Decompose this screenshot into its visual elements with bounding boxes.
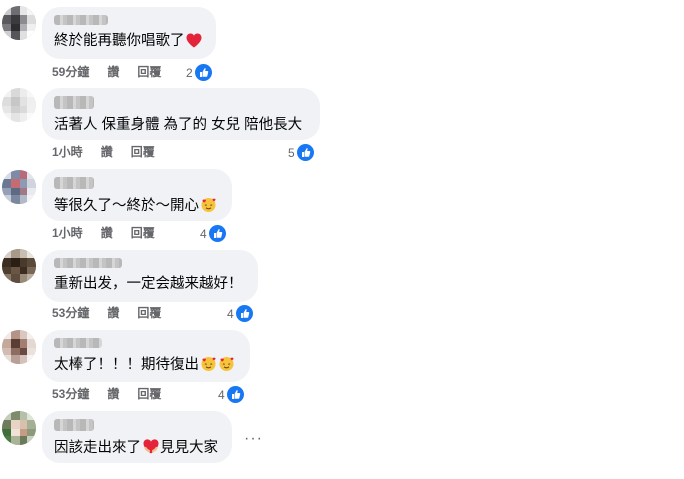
like-button[interactable]: 讚 xyxy=(107,65,119,79)
reaction-summary[interactable]: 4 xyxy=(218,385,244,404)
comment-actions: 1小時 讚 回覆 xyxy=(52,225,173,241)
comment-text: 太棒了！！！期待復出 xyxy=(54,355,238,377)
comment-actions: 59分鐘 讚 回覆 xyxy=(52,64,179,80)
like-button[interactable]: 讚 xyxy=(101,226,113,240)
like-reaction-icon xyxy=(226,386,244,404)
timestamp[interactable]: 1小時 xyxy=(52,145,83,159)
reply-button[interactable]: 回覆 xyxy=(137,65,161,79)
comment-text: 活著人 保重身體 為了的 女兒 陪他長大 xyxy=(54,117,303,133)
like-reaction-icon xyxy=(296,144,314,162)
comment-actions: 53分鐘 讚 回覆 xyxy=(52,305,179,321)
reaction-count: 4 xyxy=(200,226,207,241)
comment-actions: 1小時 讚 回覆 xyxy=(52,144,173,160)
reaction-count: 2 xyxy=(186,65,193,80)
avatar[interactable] xyxy=(2,6,36,40)
commenter-name-blurred[interactable] xyxy=(54,419,94,431)
like-reaction-icon xyxy=(194,64,212,82)
smiling-face-with-hearts-icon xyxy=(200,196,217,218)
reply-button[interactable]: 回覆 xyxy=(137,387,161,401)
comment-bubble: 活著人 保重身體 為了的 女兒 陪他長大 xyxy=(42,88,320,140)
reaction-summary[interactable]: 4 xyxy=(227,304,253,323)
commenter-name-blurred[interactable] xyxy=(54,258,122,268)
commenter-name-blurred[interactable] xyxy=(54,96,94,109)
timestamp[interactable]: 59分鐘 xyxy=(52,65,89,79)
comment-bubble: 等很久了～終於～開心 xyxy=(42,169,232,221)
like-reaction-icon xyxy=(235,305,253,323)
smiling-face-with-hearts-icon xyxy=(218,355,235,377)
reaction-summary[interactable]: 5 xyxy=(288,143,314,162)
avatar[interactable] xyxy=(2,88,36,122)
avatar[interactable] xyxy=(2,170,36,204)
smiling-face-with-hearts-icon xyxy=(200,355,217,377)
reply-button[interactable]: 回覆 xyxy=(131,226,155,240)
more-options-icon[interactable]: ··· xyxy=(244,430,263,448)
comment-actions: 53分鐘 讚 回覆 xyxy=(52,386,179,402)
like-button[interactable]: 讚 xyxy=(107,387,119,401)
reaction-count: 4 xyxy=(218,387,225,402)
timestamp[interactable]: 53分鐘 xyxy=(52,306,89,320)
commenter-name-blurred[interactable] xyxy=(54,177,94,189)
like-reaction-icon xyxy=(208,225,226,243)
comment-bubble: 因該走出來了 見見大家 xyxy=(42,411,232,463)
heart-with-hands-icon xyxy=(142,438,160,460)
commenter-name-blurred[interactable] xyxy=(54,338,102,348)
timestamp[interactable]: 53分鐘 xyxy=(52,387,89,401)
avatar[interactable] xyxy=(2,411,36,445)
like-button[interactable]: 讚 xyxy=(101,145,113,159)
comment-text: 因該走出來了 見見大家 xyxy=(54,438,220,460)
avatar[interactable] xyxy=(2,330,36,364)
reaction-count: 5 xyxy=(288,145,295,160)
comment-bubble: 太棒了！！！期待復出 xyxy=(42,330,250,382)
reaction-summary[interactable]: 2 xyxy=(186,63,212,82)
comment-text: 等很久了～終於～開心 xyxy=(54,196,220,218)
comment-bubble: 重新出发，一定会越来越好！ xyxy=(42,250,258,302)
timestamp[interactable]: 1小時 xyxy=(52,226,83,240)
comment-bubble: 終於能再聽你唱歌了 xyxy=(42,7,216,59)
reply-button[interactable]: 回覆 xyxy=(137,306,161,320)
comment-text: 重新出发，一定会越来越好！ xyxy=(54,276,243,292)
comment-text: 終於能再聽你唱歌了 xyxy=(54,32,204,53)
avatar[interactable] xyxy=(2,249,36,283)
commenter-name-blurred[interactable] xyxy=(54,15,108,25)
reaction-count: 4 xyxy=(227,306,234,321)
red-heart-icon xyxy=(186,33,202,53)
reply-button[interactable]: 回覆 xyxy=(131,145,155,159)
reaction-summary[interactable]: 4 xyxy=(200,224,226,243)
like-button[interactable]: 讚 xyxy=(107,306,119,320)
